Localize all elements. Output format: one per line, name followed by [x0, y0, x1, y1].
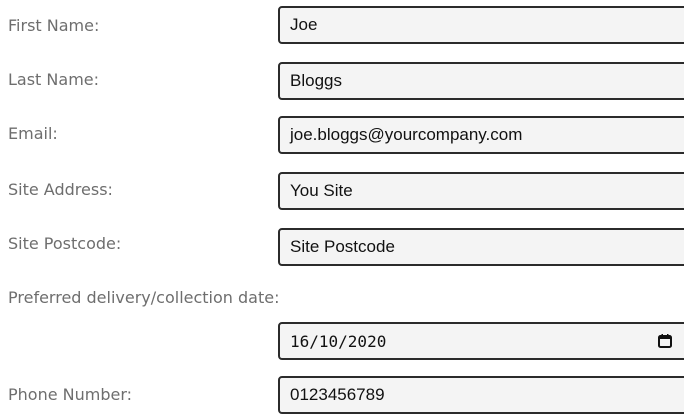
email-label: Email:: [8, 124, 58, 143]
first-name-input[interactable]: Joe: [278, 6, 684, 44]
order-details-form: First Name: Joe Last Name: Bloggs Email:…: [0, 0, 684, 417]
last-name-input[interactable]: Bloggs: [278, 62, 684, 100]
delivery-date-label: Preferred delivery/collection date:: [8, 288, 280, 307]
calendar-icon[interactable]: [658, 334, 672, 348]
delivery-date-value: 16/10/2020: [290, 331, 387, 351]
site-address-label: Site Address:: [8, 180, 113, 199]
phone-label: Phone Number:: [8, 385, 133, 404]
site-postcode-input[interactable]: Site Postcode: [278, 228, 684, 266]
last-name-label: Last Name:: [8, 70, 100, 89]
first-name-label: First Name:: [8, 16, 100, 35]
phone-input[interactable]: 0123456789: [278, 376, 684, 414]
email-input[interactable]: joe.bloggs@yourcompany.com: [278, 116, 684, 154]
site-postcode-label: Site Postcode:: [8, 234, 122, 253]
site-address-input[interactable]: You Site: [278, 172, 684, 210]
delivery-date-input[interactable]: 16/10/2020: [278, 322, 684, 360]
